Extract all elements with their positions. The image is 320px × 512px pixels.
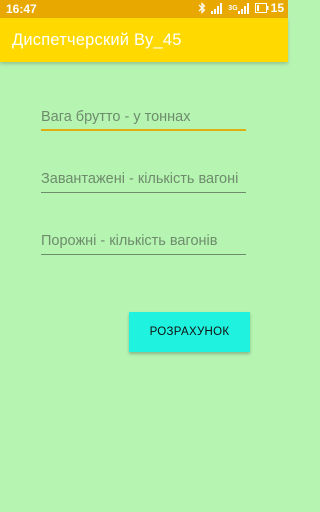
battery-icon: 15 [254, 1, 284, 15]
calculate-button[interactable]: РОЗРАХУНОК [129, 312, 250, 352]
loaded-wagons-underline [41, 192, 246, 193]
empty-wagons-underline [41, 254, 246, 255]
gross-weight-underline [41, 129, 246, 131]
empty-wagons-input[interactable]: Порожні - кількість вагонів [41, 233, 246, 255]
loaded-wagons-input[interactable]: Завантажені - кількість вагоні [41, 171, 246, 193]
network-label: 3G [228, 4, 238, 12]
bluetooth-icon [198, 2, 206, 14]
signal-icon [211, 2, 223, 14]
app-bar: Диспетчерский Ву_45 [0, 18, 288, 62]
gross-weight-input[interactable]: Вага брутто - у тоннах [41, 109, 246, 131]
empty-wagons-placeholder: Порожні - кількість вагонів [41, 233, 218, 249]
status-time: 16:47 [6, 2, 37, 16]
loaded-wagons-placeholder: Завантажені - кількість вагоні [41, 171, 239, 187]
signal-3g-icon: 3G [228, 2, 249, 14]
gross-weight-placeholder: Вага брутто - у тоннах [41, 109, 191, 125]
status-icons: 3G 15 [198, 1, 284, 15]
app-title: Диспетчерский Ву_45 [12, 31, 182, 49]
status-bar: 16:47 3G 15 [0, 0, 288, 18]
battery-level: 15 [270, 1, 284, 15]
